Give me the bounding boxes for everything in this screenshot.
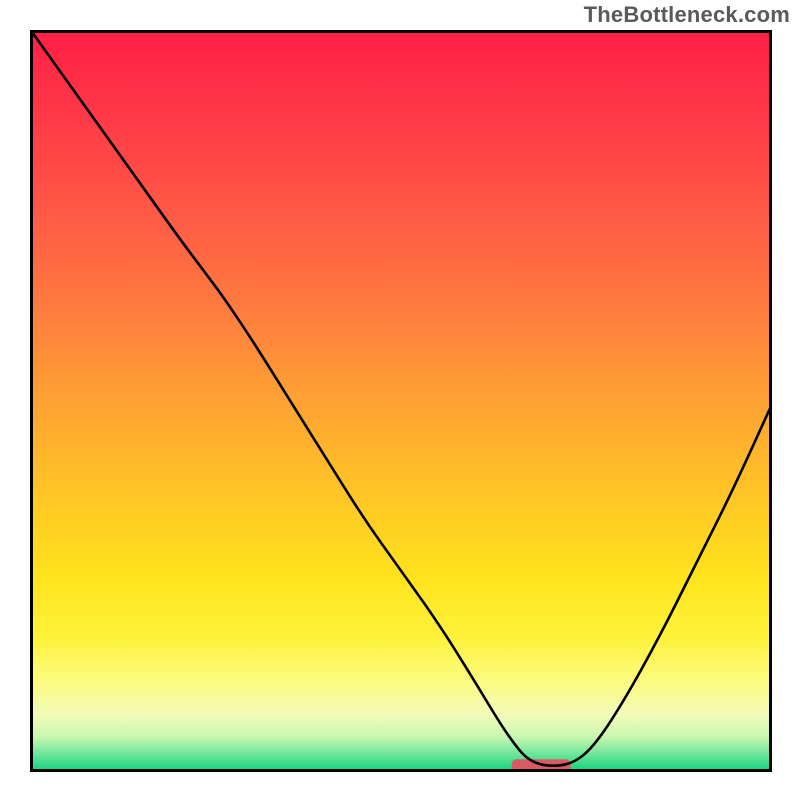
brand-label: TheBottleneck.com [584,2,790,28]
chart-container: TheBottleneck.com [0,0,800,800]
gradient-background [32,32,770,770]
bottleneck-curve-chart [30,30,772,772]
plot-area [30,30,772,772]
